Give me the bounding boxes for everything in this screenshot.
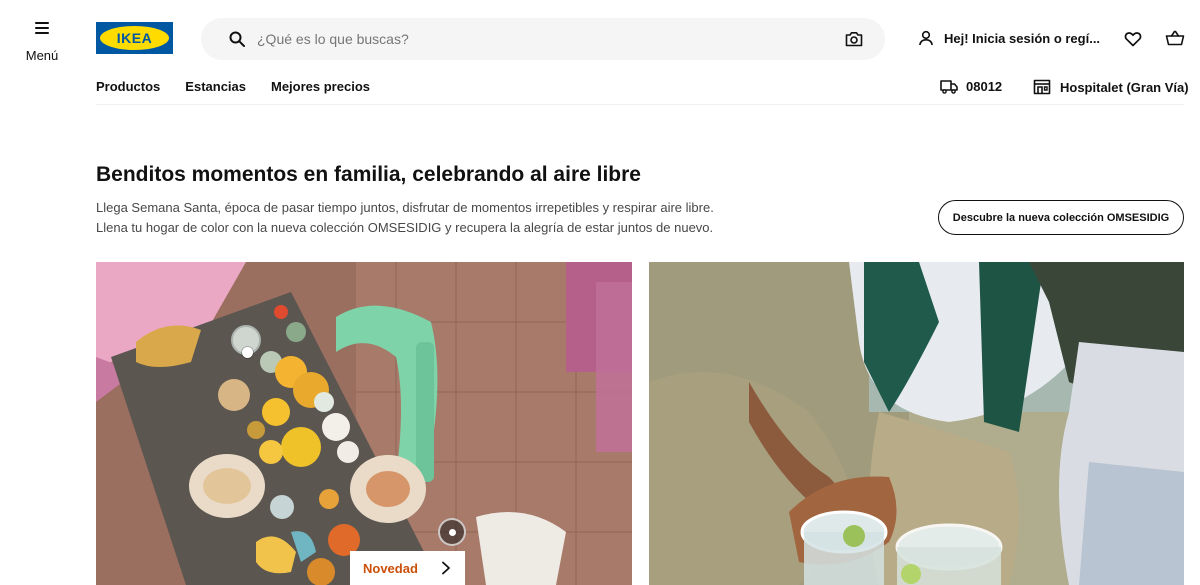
menu-label: Menú xyxy=(25,48,59,63)
novedad-label: Novedad xyxy=(363,560,418,576)
delivery-postcode[interactable]: 08012 xyxy=(940,79,1002,94)
login-link[interactable]: Hej! Inicia sesión o regí... xyxy=(918,30,1100,46)
store-selector[interactable]: Hospitalet (Gran Vía) xyxy=(1033,79,1189,95)
hero-description-line-1: Llega Semana Santa, época de pasar tiemp… xyxy=(96,200,714,215)
hero-title: Benditos momentos en familia, celebrando… xyxy=(96,163,641,186)
table-scene-illustration xyxy=(96,262,632,585)
hero-description-line-2: Llena tu hogar de color con la nueva col… xyxy=(96,220,714,235)
nav-item-mejores-precios[interactable]: Mejores precios xyxy=(271,79,370,94)
ikea-logo[interactable]: IKEA xyxy=(96,22,173,54)
truck-icon xyxy=(940,80,958,94)
camera-icon[interactable] xyxy=(845,31,863,47)
postal-code: 08012 xyxy=(966,79,1003,94)
search-bar[interactable] xyxy=(201,18,885,60)
nav-item-estancias[interactable]: Estancias xyxy=(185,79,246,94)
picnic-scene-illustration xyxy=(649,262,1184,585)
search-icon xyxy=(229,31,245,47)
hotspot-active[interactable] xyxy=(438,518,466,546)
discover-collection-button[interactable]: Descubre la nueva colección OMSESIDIG xyxy=(938,200,1184,235)
login-label: Hej! Inicia sesión o regí... xyxy=(944,30,1101,46)
menu-button[interactable]: Menú xyxy=(22,18,62,63)
discover-collection-label: Descubre la nueva colección OMSESIDIG xyxy=(952,211,1170,224)
search-input[interactable] xyxy=(257,31,845,47)
chevron-right-icon xyxy=(442,561,450,575)
hero-image-picnic[interactable] xyxy=(649,262,1184,585)
user-icon xyxy=(919,30,933,46)
novedad-tag[interactable]: Novedad xyxy=(350,551,465,585)
store-icon xyxy=(1033,79,1051,95)
hotspot-dot[interactable] xyxy=(242,347,253,358)
nav-item-productos[interactable]: Productos xyxy=(96,79,160,94)
hero-description: Llega Semana Santa, época de pasar tiemp… xyxy=(96,198,736,238)
hero-image-table[interactable] xyxy=(96,262,632,585)
cart-icon[interactable] xyxy=(1165,29,1185,47)
hamburger-icon xyxy=(35,22,49,34)
header-divider xyxy=(96,104,1184,105)
heart-icon[interactable] xyxy=(1124,30,1142,48)
store-name: Hospitalet (Gran Vía) xyxy=(1060,79,1189,95)
main-nav: Productos Estancias Mejores precios xyxy=(96,79,370,94)
logo-text: IKEA xyxy=(116,30,153,46)
